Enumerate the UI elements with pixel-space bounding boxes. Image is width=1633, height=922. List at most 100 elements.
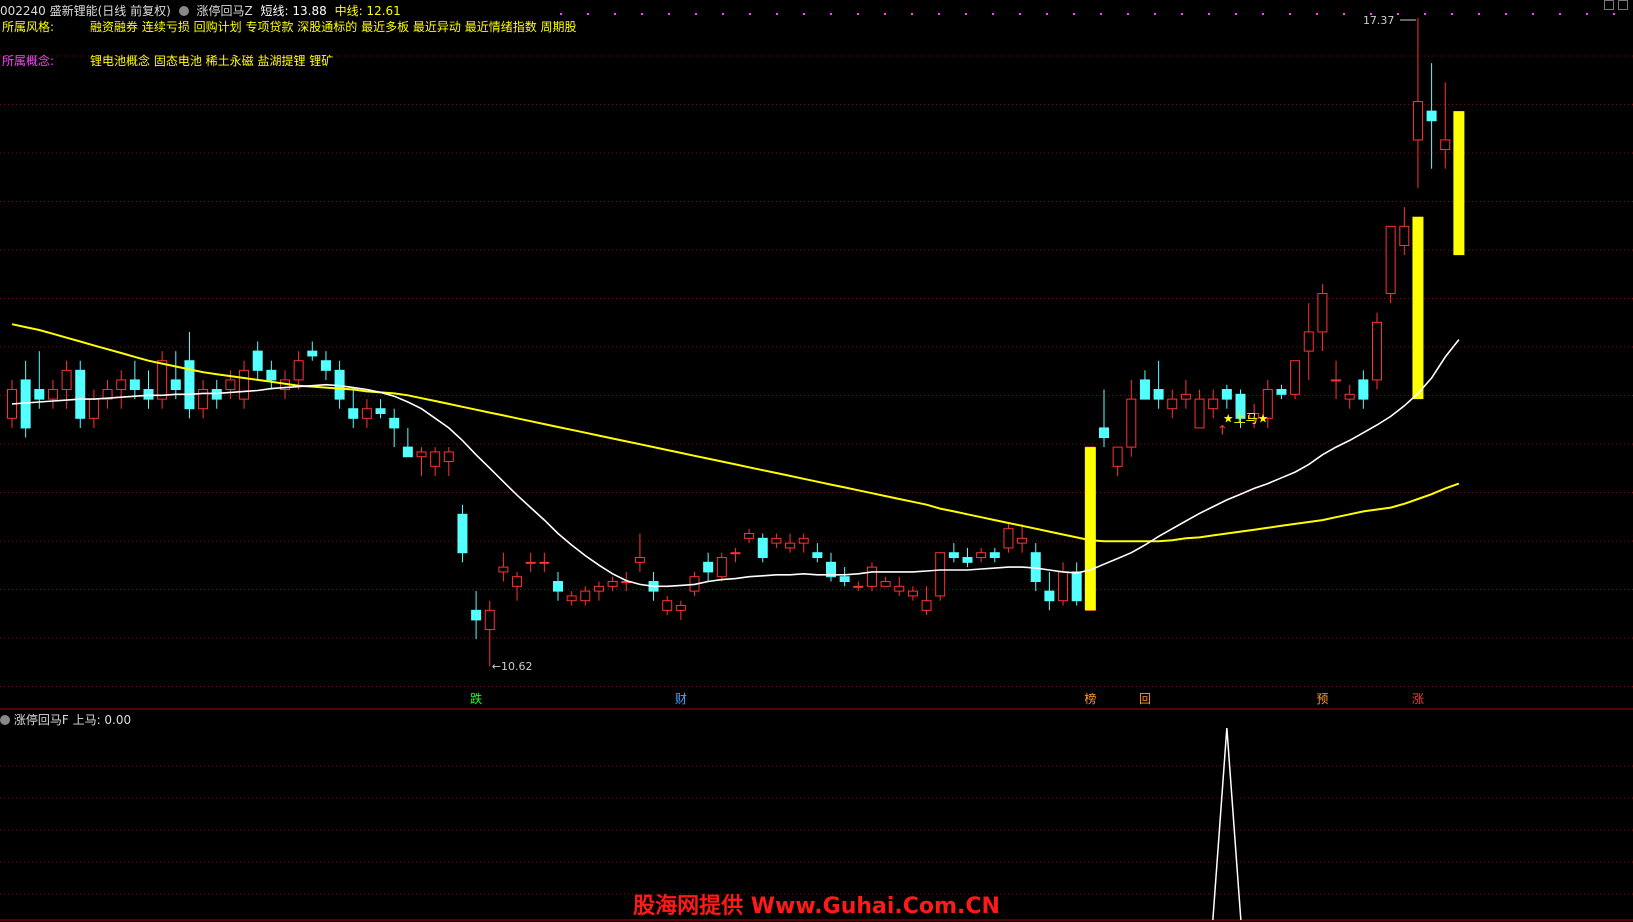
candle-body bbox=[716, 557, 727, 578]
candle-body bbox=[1167, 398, 1178, 410]
candle-body bbox=[389, 417, 400, 429]
signal-bar bbox=[1412, 216, 1424, 400]
signal-bar bbox=[1084, 447, 1096, 611]
watermark: 股海网提供 Www.Guhai.Com.CN bbox=[633, 894, 1000, 919]
chart-header: 002240 盛新锂能(日线 前复权) 涨停回马Z 短线: 13.88 中线: … bbox=[0, 2, 405, 19]
candle-body bbox=[525, 561, 536, 564]
grid-dot bbox=[1613, 13, 1615, 15]
event-marker: 预 bbox=[1316, 692, 1328, 706]
grid-dot bbox=[668, 13, 670, 15]
grid-dot bbox=[1424, 13, 1426, 15]
grid-dot bbox=[1343, 13, 1345, 15]
grid-dot bbox=[803, 13, 805, 15]
candle-body bbox=[375, 408, 386, 415]
candle-body bbox=[416, 451, 427, 458]
candle-body bbox=[1058, 571, 1069, 602]
candle-body bbox=[1317, 293, 1328, 333]
chart-menu-button[interactable] bbox=[1618, 0, 1628, 10]
candle-body bbox=[402, 446, 413, 458]
grid-dot bbox=[938, 13, 940, 15]
grid-dot bbox=[1046, 13, 1048, 15]
style-row: 所属风格: 融资融券 连续亏损 回购计划 专项贷款 深股通标的 最近多板 最近异动… bbox=[2, 18, 577, 35]
candle-body bbox=[744, 533, 755, 539]
candle-body bbox=[798, 537, 809, 544]
candle-body bbox=[1099, 427, 1109, 439]
candle-body bbox=[839, 576, 850, 583]
candle-body bbox=[921, 600, 932, 611]
indicator-name[interactable]: 涨停回马Z bbox=[196, 4, 252, 18]
grid-dot bbox=[1181, 13, 1183, 15]
candle-body bbox=[498, 566, 509, 573]
entry-signal-label: ★上马★ bbox=[1223, 412, 1269, 426]
candle-body bbox=[1440, 139, 1451, 151]
candle-body bbox=[88, 398, 99, 419]
candle-body bbox=[61, 369, 72, 391]
candle-body bbox=[948, 552, 959, 559]
candle-body bbox=[471, 609, 482, 621]
grid-dot bbox=[1397, 13, 1399, 15]
candle-body bbox=[198, 389, 209, 410]
grid-dot bbox=[587, 13, 589, 15]
candle-body bbox=[853, 585, 864, 588]
dropdown-icon[interactable] bbox=[178, 6, 189, 16]
up-arrow-icon: ↑ bbox=[1217, 424, 1228, 439]
candle-body bbox=[1126, 398, 1137, 448]
grid-dot bbox=[830, 13, 832, 15]
candle-body bbox=[703, 561, 714, 573]
signal-bar bbox=[1453, 111, 1465, 256]
candle-body bbox=[539, 561, 550, 564]
candle-body bbox=[1399, 225, 1410, 247]
grid-dot bbox=[776, 13, 778, 15]
candle-body bbox=[1208, 398, 1219, 410]
candle-body bbox=[47, 389, 58, 400]
candle-body bbox=[1358, 379, 1369, 400]
candle-body bbox=[484, 609, 495, 631]
candle-body bbox=[116, 379, 127, 391]
candle-body bbox=[935, 552, 946, 597]
grid-dot bbox=[965, 13, 967, 15]
candle-body bbox=[1412, 101, 1423, 141]
candle-body bbox=[1112, 446, 1123, 467]
candle-body bbox=[348, 408, 359, 419]
candle-body bbox=[1303, 331, 1314, 352]
candle-body bbox=[730, 552, 741, 555]
mid-ma-value: 中线: 12.61 bbox=[334, 4, 401, 18]
candle-body bbox=[512, 576, 523, 587]
concept-row: 所属概念: 锂电池概念 固态电池 稀土永磁 盐湖提锂 锂矿 bbox=[2, 52, 333, 69]
grid-dot bbox=[1586, 13, 1588, 15]
candle-body bbox=[566, 595, 577, 602]
event-marker: 榜 bbox=[1084, 691, 1096, 706]
candle-body bbox=[430, 451, 441, 467]
candle-body bbox=[1017, 537, 1028, 544]
grid-dot bbox=[560, 13, 562, 15]
chart-up-button[interactable] bbox=[1604, 0, 1614, 10]
candlestick-chart[interactable]: ←10.62 17.37 ★上马★↑ 跌 财 榜 回 预 涨 bbox=[0, 0, 1633, 922]
candle-body bbox=[1071, 571, 1082, 602]
candle-body bbox=[1331, 379, 1342, 382]
mid-ma-line bbox=[11, 323, 1460, 543]
candle-body bbox=[1290, 360, 1301, 395]
sub-indicator-value: 上马: 0.00 bbox=[72, 713, 132, 727]
candle-body bbox=[320, 360, 331, 371]
grid-dot bbox=[992, 13, 994, 15]
grid-dot bbox=[695, 13, 697, 15]
dropdown-icon[interactable] bbox=[0, 715, 10, 725]
stock-title: 002240 盛新锂能(日线 前复权) bbox=[0, 4, 171, 18]
candle-body bbox=[1372, 321, 1382, 381]
sub-indicator-name[interactable]: 涨停回马F bbox=[14, 713, 69, 727]
candle-body bbox=[962, 557, 973, 563]
candle-body bbox=[662, 600, 673, 611]
candle-body bbox=[553, 581, 563, 592]
sub-indicator-header: 涨停回马F 上马: 0.00 bbox=[0, 711, 131, 728]
style-label: 所属风格: bbox=[2, 20, 55, 34]
grid-dot bbox=[1532, 13, 1534, 15]
candle-body bbox=[880, 581, 891, 587]
concept-label: 所属概念: bbox=[2, 54, 55, 68]
grid-dot bbox=[614, 13, 616, 15]
grid-dot bbox=[884, 13, 886, 15]
grid-dot bbox=[1127, 13, 1129, 15]
candle-body bbox=[75, 369, 86, 419]
candle-body bbox=[157, 360, 168, 400]
candle-body bbox=[457, 513, 468, 554]
grid-dot bbox=[1154, 13, 1156, 15]
